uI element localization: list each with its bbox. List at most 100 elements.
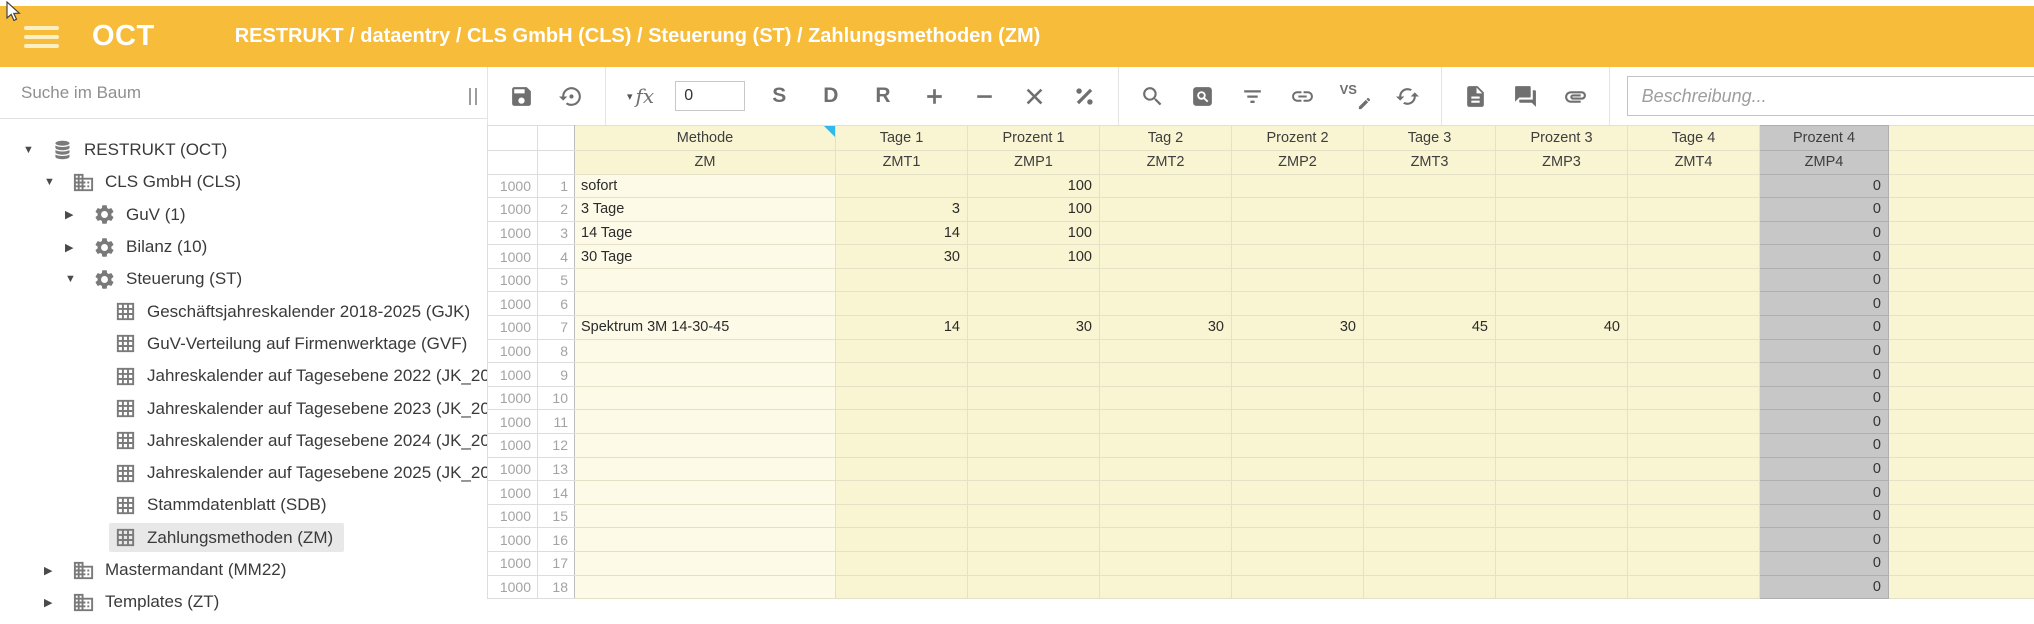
link-button[interactable] [1286,84,1319,109]
expander-icon[interactable]: ▶ [41,564,67,577]
cell-ZM-row9[interactable] [575,363,836,387]
cell-ZMT4-row10[interactable] [1628,386,1760,410]
column-header-ZMT1[interactable]: Tage 1 [836,126,968,151]
cell-ZMP3-row18[interactable] [1496,575,1628,599]
cell-ZMT2-row17[interactable] [1100,552,1232,576]
cell-ZMT3-row7[interactable]: 45 [1364,316,1496,340]
formula-button[interactable]: ▾fx [623,84,658,108]
tree-node-gvf[interactable]: GuV-Verteilung auf Firmenwerktage (GVF) [109,329,478,358]
tree-item-gjk[interactable]: Geschäftsjahreskalender 2018-2025 (GJK) [0,295,487,327]
expander-icon[interactable]: ▶ [62,241,88,254]
cell-ZMP2-row18[interactable] [1232,575,1364,599]
column-header-ZMT3-code[interactable]: ZMT3 [1364,150,1496,174]
cell-ZMT2-row7[interactable]: 30 [1100,316,1232,340]
expander-icon[interactable]: ▼ [62,273,88,285]
cell-ZMT4-row3[interactable] [1628,221,1760,245]
cell-ZMP4-row9[interactable]: 0 [1760,363,1889,387]
cell-ZMT3-row16[interactable] [1364,528,1496,552]
tree-node-cls-gmbh[interactable]: CLS GmbH (CLS) [67,168,252,197]
cell-ZMT4-row12[interactable] [1628,434,1760,458]
cell-ZM-row11[interactable] [575,410,836,434]
tree-node-gjk[interactable]: Geschäftsjahreskalender 2018-2025 (GJK) [109,297,481,326]
document-button[interactable] [1459,84,1492,109]
cell-ZMT1-row11[interactable] [836,410,968,434]
search-button[interactable] [1136,84,1169,109]
cell-ZMP2-row17[interactable] [1232,552,1364,576]
cell-ZMP3-row16[interactable] [1496,528,1628,552]
cell-ZMP1-row9[interactable] [968,363,1100,387]
row-number[interactable]: 2 [538,198,575,222]
cell-ZMP2-row6[interactable] [1232,292,1364,316]
tree-node-jk2025[interactable]: Jahreskalender auf Tagesebene 2025 (JK_2… [109,459,487,488]
tree-node-zm[interactable]: Zahlungsmethoden (ZM) [109,523,344,552]
cell-ZMT3-row17[interactable] [1364,552,1496,576]
cell-ZMT3-row8[interactable] [1364,339,1496,363]
row-number[interactable]: 18 [538,575,575,599]
cell-ZMP1-row18[interactable] [968,575,1100,599]
delete-button[interactable] [1018,84,1051,109]
cell-ZMT2-row2[interactable] [1100,198,1232,222]
cell-ZMT3-row2[interactable] [1364,198,1496,222]
cell-ZMP3-row1[interactable] [1496,174,1628,198]
row-number[interactable]: 13 [538,457,575,481]
cell-ZMP1-row2[interactable]: 100 [968,198,1100,222]
row-number[interactable]: 3 [538,221,575,245]
letter-d-button[interactable]: D [813,84,848,108]
row-number[interactable]: 15 [538,504,575,528]
sync-button[interactable] [1391,84,1424,109]
tree-node-steuerung[interactable]: Steuerung (ST) [88,265,253,294]
filter-button[interactable] [1236,84,1269,109]
row-number[interactable]: 16 [538,528,575,552]
cell-ZM-row16[interactable] [575,528,836,552]
cell-ZMT3-row4[interactable] [1364,245,1496,269]
tree-item-steuerung[interactable]: ▼Steuerung (ST) [0,263,487,295]
cell-ZMP1-row3[interactable]: 100 [968,221,1100,245]
column-header-ZMP2[interactable]: Prozent 2 [1232,126,1364,151]
cell-ZMP3-row4[interactable] [1496,245,1628,269]
cell-ZMT3-row12[interactable] [1364,434,1496,458]
cell-ZMT3-row3[interactable] [1364,221,1496,245]
panel-resize-handle[interactable] [469,88,477,105]
expander-icon[interactable]: ▼ [41,176,67,188]
cell-ZMT3-row5[interactable] [1364,268,1496,292]
cell-ZMT1-row13[interactable] [836,457,968,481]
tree-node-guv[interactable]: GuV (1) [88,200,197,229]
cell-ZMP1-row4[interactable]: 100 [968,245,1100,269]
column-header-ZMP1-code[interactable]: ZMP1 [968,150,1100,174]
cell-ZMP1-row16[interactable] [968,528,1100,552]
cell-ZM-row1[interactable]: sofort [575,174,836,198]
cell-ZMP2-row16[interactable] [1232,528,1364,552]
expander-icon[interactable]: ▼ [20,144,46,156]
cell-ZM-row8[interactable] [575,339,836,363]
cell-ZMP2-row13[interactable] [1232,457,1364,481]
cell-ZMT1-row18[interactable] [836,575,968,599]
cell-ZMT4-row13[interactable] [1628,457,1760,481]
cell-ZMT2-row11[interactable] [1100,410,1232,434]
cell-ZMT1-row7[interactable]: 14 [836,316,968,340]
column-header-ZMT4-code[interactable]: ZMT4 [1628,150,1760,174]
cell-ZMT3-row1[interactable] [1364,174,1496,198]
cell-ZMT1-row3[interactable]: 14 [836,221,968,245]
cell-ZMP4-row6[interactable]: 0 [1760,292,1889,316]
cell-ZMT2-row10[interactable] [1100,386,1232,410]
column-header-ZMP4[interactable]: Prozent 4 [1760,126,1889,151]
tree-item-cls-gmbh[interactable]: ▼CLS GmbH (CLS) [0,166,487,198]
cell-ZMP4-row2[interactable]: 0 [1760,198,1889,222]
cell-ZMT4-row2[interactable] [1628,198,1760,222]
tree-node-jk2022[interactable]: Jahreskalender auf Tagesebene 2022 (JK_2… [109,362,487,391]
cell-ZMT2-row18[interactable] [1100,575,1232,599]
row-number[interactable]: 10 [538,386,575,410]
cell-ZMP3-row7[interactable]: 40 [1496,316,1628,340]
cell-ZMT1-row10[interactable] [836,386,968,410]
tree-item-sdb[interactable]: Stammdatenblatt (SDB) [0,489,487,521]
cell-ZMT1-row1[interactable] [836,174,968,198]
cell-ZMT2-row13[interactable] [1100,457,1232,481]
cell-ZMT2-row16[interactable] [1100,528,1232,552]
cell-ZMT2-row5[interactable] [1100,268,1232,292]
tree-item-jk2023[interactable]: Jahreskalender auf Tagesebene 2023 (JK_2… [0,392,487,424]
cell-ZMP2-row5[interactable] [1232,268,1364,292]
row-number[interactable]: 7 [538,316,575,340]
column-header-ZMP3-code[interactable]: ZMP3 [1496,150,1628,174]
cell-ZMP4-row7[interactable]: 0 [1760,316,1889,340]
cell-ZMT1-row8[interactable] [836,339,968,363]
